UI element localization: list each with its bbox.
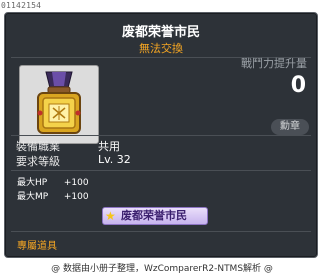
- stat-row-mp: 最大MP +100: [17, 189, 89, 202]
- required-level-value: Lv. 32: [98, 153, 131, 166]
- stat-hp-label: 最大HP: [17, 178, 48, 188]
- stat-hp-value: +100: [63, 178, 89, 188]
- title-badge: ★ 废都荣誉市民: [102, 207, 208, 225]
- power-increase-label: 戰鬥力提升量: [241, 57, 307, 70]
- divider-stats: [11, 170, 311, 171]
- footer-credit: @ 数据由小册子整理，WzComparerR2-NTMS解析 @: [51, 264, 273, 274]
- power-increase-value: 0: [290, 73, 306, 98]
- exclusive-item-label: 專屬道具: [17, 241, 57, 252]
- divider-bottom: [11, 231, 311, 232]
- item-title: 废都荣誉市民: [121, 25, 200, 40]
- required-level-label: 要求等級: [16, 155, 60, 168]
- equip-job-row: 裝備職業 共用: [16, 138, 216, 153]
- divider-mid: [11, 135, 311, 136]
- equip-job-label: 裝備職業: [16, 140, 60, 153]
- item-tooltip: 废都荣誉市民 無法交換 戰鬥力提升量 0 勳章 裝備職業 共用 要求等級 Lv.…: [4, 12, 318, 258]
- star-icon: ★: [105, 209, 116, 223]
- trade-restriction: 無法交換: [139, 42, 183, 55]
- title-badge-text: 废都荣誉市民: [121, 209, 187, 222]
- item-id: 01142154: [1, 1, 42, 10]
- stat-row-hp: 最大HP +100: [17, 175, 89, 188]
- required-level-row: 要求等級 Lv. 32: [16, 153, 216, 168]
- stat-mp-label: 最大MP: [17, 192, 49, 202]
- medal-icon: [37, 71, 81, 134]
- item-icon-box: [19, 65, 99, 144]
- medal-button[interactable]: 勳章: [271, 119, 309, 135]
- stat-mp-value: +100: [63, 192, 89, 202]
- equip-job-value: 共用: [98, 140, 120, 153]
